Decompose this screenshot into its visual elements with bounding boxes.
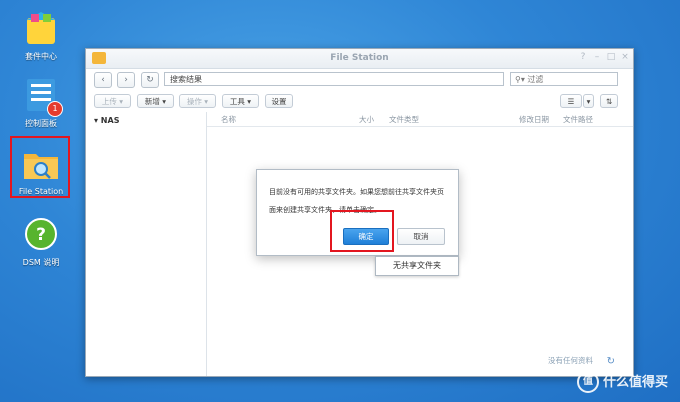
dialog-message-line-1: 目前没有可用的共享文件夹。如果您想前往共享文件夹页: [269, 188, 444, 196]
column-path[interactable]: 文件路径: [563, 114, 593, 125]
column-type[interactable]: 文件类型: [389, 114, 419, 125]
column-modified[interactable]: 修改日期: [519, 114, 549, 125]
view-list-button[interactable]: ☰: [560, 94, 582, 108]
tools-button[interactable]: 工具 ▾: [222, 94, 259, 108]
back-button[interactable]: ‹: [94, 72, 112, 88]
desktop-icon-package-center[interactable]: 套件中心: [10, 8, 72, 62]
tree-root-nas[interactable]: ▾ NAS: [94, 116, 119, 125]
svg-text:?: ?: [36, 225, 46, 245]
desktop-icon-label: 套件中心: [25, 52, 57, 61]
watermark-logo: 值: [576, 371, 599, 393]
column-name[interactable]: 名称: [221, 114, 236, 125]
sort-button[interactable]: ⇅: [600, 94, 618, 108]
close-button[interactable]: ×: [619, 52, 631, 62]
watermark: 值什么值得买: [576, 371, 668, 393]
action-button[interactable]: 操作 ▾: [179, 94, 216, 108]
navigation-bar: ‹ › ↻ 搜索结果 ⚲▾ 过滤: [86, 69, 633, 91]
desktop-icon-label: DSM 说明: [22, 258, 60, 267]
notification-badge: 1: [47, 101, 63, 117]
maximize-button[interactable]: □: [605, 52, 617, 62]
package-center-icon: [21, 8, 61, 48]
selection-highlight: [10, 136, 70, 198]
desktop-icon-control-panel[interactable]: 1 控制面板: [10, 75, 72, 129]
action-toolbar: 上传 ▾ 新增 ▾ 操作 ▾ 工具 ▾ 设置 ☰ ▾ ⇅: [86, 91, 633, 113]
refresh-icon[interactable]: ↻: [607, 356, 615, 367]
forward-button[interactable]: ›: [117, 72, 135, 88]
new-button[interactable]: 新增 ▾: [137, 94, 174, 108]
filter-placeholder: 过滤: [527, 75, 544, 84]
column-size[interactable]: 大小: [359, 114, 374, 125]
tooltip: 无共享文件夹: [375, 256, 459, 276]
settings-button[interactable]: 设置: [265, 94, 293, 108]
upload-button[interactable]: 上传 ▾: [94, 94, 131, 108]
search-icon: ⚲▾: [515, 75, 525, 84]
file-list-header: 名称 大小 文件类型 修改日期 文件路径: [207, 112, 633, 127]
window-titlebar[interactable]: File Station ? – □ ×: [86, 49, 633, 69]
control-panel-icon: 1: [21, 75, 63, 117]
help-button[interactable]: ?: [577, 52, 589, 62]
filter-input[interactable]: ⚲▾ 过滤: [510, 72, 618, 86]
ok-button-highlight: [330, 210, 394, 252]
folder-tree: ▾ NAS: [86, 112, 207, 376]
minimize-button[interactable]: –: [591, 52, 603, 62]
cancel-button[interactable]: 取消: [397, 228, 445, 245]
window-title: File Station: [330, 53, 389, 63]
desktop-icon-label: 控制面板: [25, 119, 57, 128]
status-text: 没有任何资料: [548, 356, 593, 365]
view-dropdown-button[interactable]: ▾: [583, 94, 594, 108]
desktop-icon-dsm-help[interactable]: ? DSM 说明: [10, 214, 72, 268]
watermark-text: 什么值得买: [602, 374, 668, 390]
refresh-button[interactable]: ↻: [141, 72, 159, 88]
path-input[interactable]: 搜索结果: [164, 72, 504, 86]
help-icon: ?: [21, 214, 61, 254]
